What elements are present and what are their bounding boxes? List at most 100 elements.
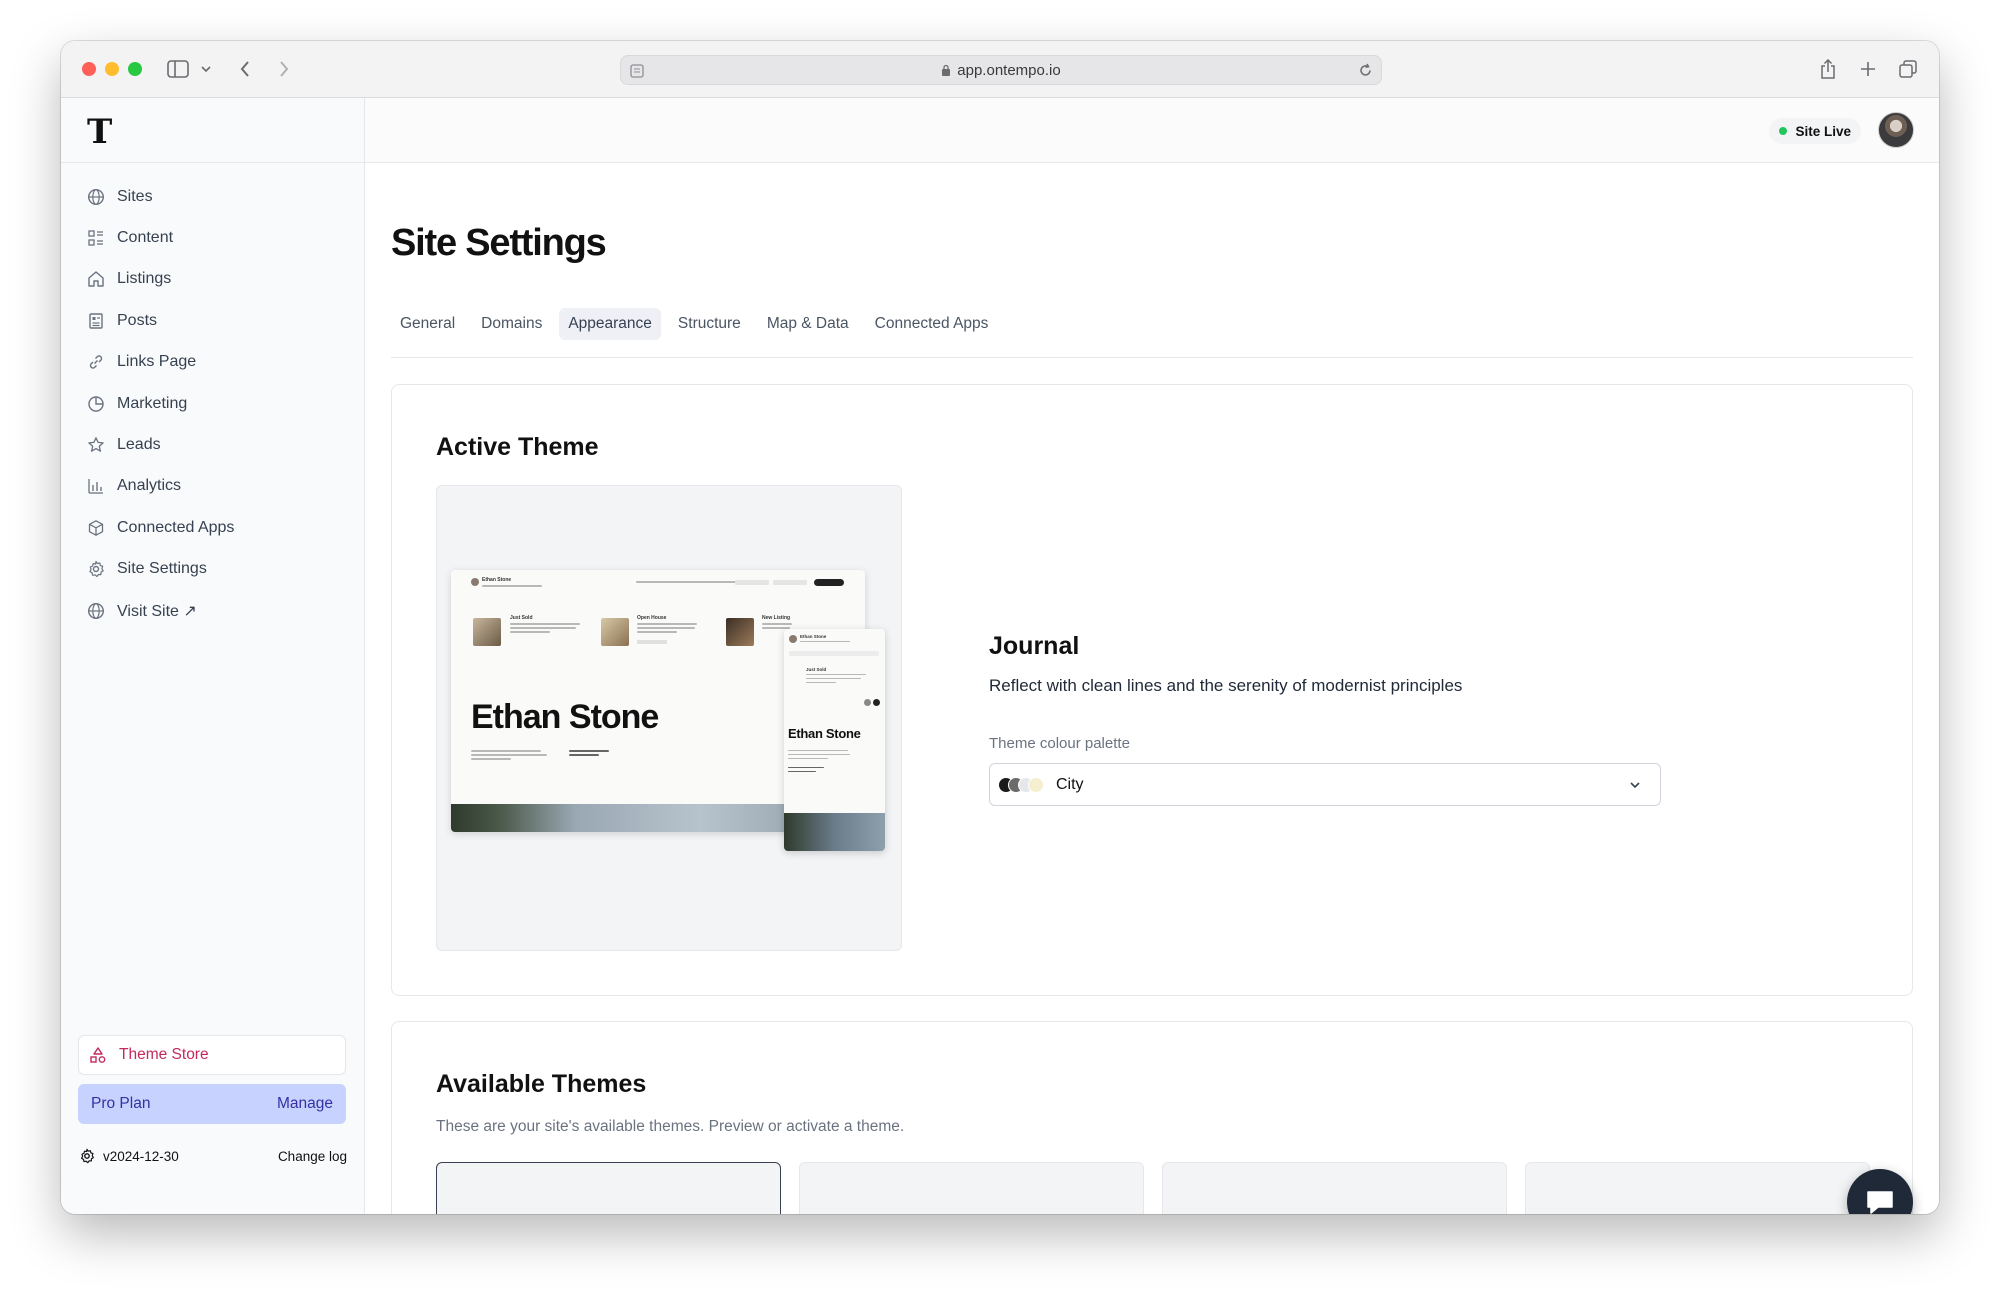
tab-general[interactable]: General [391, 308, 464, 340]
link-icon [89, 355, 103, 369]
plan-banner: Pro Plan Manage [78, 1084, 346, 1124]
version-row: v2024-12-30 Change log [79, 1144, 347, 1168]
sidebar-item-sites[interactable]: Sites [61, 176, 364, 217]
avatar[interactable] [1878, 112, 1914, 148]
theme-name: Journal [989, 632, 1080, 660]
tabs-overview-icon[interactable] [1897, 56, 1919, 82]
newspaper-icon [89, 313, 103, 329]
plan-name: Pro Plan [91, 1095, 151, 1112]
active-theme-heading: Active Theme [436, 433, 599, 461]
sidebar-item-visit-site[interactable]: Visit Site ↗ [61, 590, 364, 631]
pie-chart-icon [88, 395, 104, 412]
new-tab-icon[interactable] [1858, 56, 1878, 82]
zoom-window-button[interactable] [128, 62, 142, 76]
available-themes-heading: Available Themes [436, 1070, 647, 1098]
back-icon[interactable] [235, 56, 255, 82]
sidebar-nav: Sites Content Listings Posts Links Page … [61, 176, 364, 631]
chevron-down-icon [1630, 782, 1640, 789]
browser-window: app.ontempo.io T Sites Content Listings … [61, 41, 1939, 1214]
version-label: v2024-12-30 [103, 1148, 179, 1164]
sidebar-item-connected-apps[interactable]: Connected Apps [61, 507, 364, 548]
preview-card-open-house: Open House [637, 615, 667, 621]
theme-store-button[interactable]: Theme Store [78, 1035, 346, 1075]
sidebar-item-label: Connected Apps [117, 518, 235, 536]
shapes-icon [90, 1047, 106, 1063]
lock-icon [942, 64, 951, 76]
sidebar-toggle-icon[interactable] [165, 56, 191, 82]
sidebar-item-label: Content [117, 229, 174, 247]
theme-card[interactable] [799, 1162, 1144, 1214]
sidebar-item-links-page[interactable]: Links Page [61, 342, 364, 383]
tab-appearance[interactable]: Appearance [559, 308, 661, 340]
palette-label: Theme colour palette [989, 735, 1130, 752]
address-bar[interactable]: app.ontempo.io [620, 55, 1382, 85]
preview-card-just-sold: Just Sold [510, 615, 533, 621]
palette-swatches [998, 776, 1046, 793]
manage-plan-link[interactable]: Manage [277, 1095, 333, 1113]
sidebar-item-content[interactable]: Content [61, 217, 364, 258]
sidebar-item-label: Visit Site ↗ [117, 602, 197, 620]
sidebar-item-label: Sites [117, 187, 153, 205]
sidebar-item-label: Links Page [117, 353, 197, 371]
preview-mobile-card: Just Sold [806, 667, 827, 672]
tab-structure[interactable]: Structure [669, 308, 750, 340]
chevron-down-icon[interactable] [199, 56, 213, 82]
close-window-button[interactable] [82, 62, 96, 76]
theme-card[interactable] [1162, 1162, 1507, 1214]
sidebar-item-label: Listings [117, 270, 172, 288]
sidebar-item-label: Analytics [117, 477, 182, 495]
app-logo[interactable]: T [87, 112, 112, 152]
globe-icon [87, 602, 105, 619]
browser-titlebar: app.ontempo.io [61, 41, 1939, 98]
tab-connected-apps[interactable]: Connected Apps [866, 308, 998, 340]
tabs-divider [391, 357, 1913, 358]
url-text: app.ontempo.io [957, 62, 1061, 79]
sidebar-item-marketing[interactable]: Marketing [61, 383, 364, 424]
bar-chart-icon [88, 479, 103, 495]
theme-card[interactable] [436, 1162, 781, 1214]
palette-value: City [1056, 775, 1084, 793]
gear-icon [89, 561, 104, 578]
sidebar-item-label: Posts [117, 311, 158, 329]
preview-hero-name: Ethan Stone [471, 698, 659, 736]
preview-mobile-hero-name: Ethan Stone [788, 726, 861, 741]
mobile-preview: Ethan Stone Just Sold Ethan Stone [784, 629, 885, 851]
forward-icon[interactable] [274, 56, 294, 82]
changelog-link[interactable]: Change log [278, 1149, 347, 1164]
active-theme-card: Active Theme Ethan Stone Just Sold Open … [391, 384, 1913, 996]
sidebar-item-analytics[interactable]: Analytics [61, 466, 364, 507]
tab-domains[interactable]: Domains [472, 308, 551, 340]
home-icon [88, 271, 104, 288]
theme-preview[interactable]: Ethan Stone Just Sold Open House New Lis… [436, 485, 902, 951]
sidebar-item-site-settings[interactable]: Site Settings [61, 549, 364, 590]
theme-card[interactable] [1525, 1162, 1870, 1214]
sidebar-item-posts[interactable]: Posts [61, 300, 364, 341]
content-grid-icon [88, 230, 103, 246]
sidebar: T Sites Content Listings Posts Links Pag… [61, 98, 365, 1214]
chat-icon [1867, 1191, 1893, 1214]
palette-select[interactable]: City [989, 763, 1661, 806]
theme-description: Reflect with clean lines and the serenit… [989, 676, 1463, 695]
globe-icon [87, 188, 105, 205]
available-themes-description: These are your site's available themes. … [436, 1118, 905, 1135]
tab-map-data[interactable]: Map & Data [758, 308, 858, 340]
available-themes-card: Available Themes These are your site's a… [391, 1021, 1913, 1214]
sidebar-item-leads[interactable]: Leads [61, 424, 364, 465]
star-icon [88, 437, 104, 452]
sidebar-item-listings[interactable]: Listings [61, 259, 364, 300]
sidebar-item-label: Marketing [117, 394, 188, 412]
status-badge[interactable]: Site Live [1769, 118, 1861, 144]
sidebar-item-label: Leads [117, 436, 161, 454]
preview-mobile-name-small: Ethan Stone [800, 634, 827, 639]
main-content: Site Live Site Settings General Domains … [365, 98, 1939, 1214]
minimize-window-button[interactable] [105, 62, 119, 76]
share-icon[interactable] [1818, 56, 1838, 82]
reload-icon[interactable] [1358, 63, 1373, 78]
preview-card-new-listing: New Listing [762, 615, 791, 621]
gear-icon [81, 1148, 94, 1164]
sidebar-item-label: Site Settings [117, 560, 207, 578]
top-bar: Site Live [365, 98, 1939, 163]
page-title: Site Settings [391, 222, 607, 264]
swatch-cream [1028, 776, 1044, 793]
status-dot [1779, 127, 1788, 135]
